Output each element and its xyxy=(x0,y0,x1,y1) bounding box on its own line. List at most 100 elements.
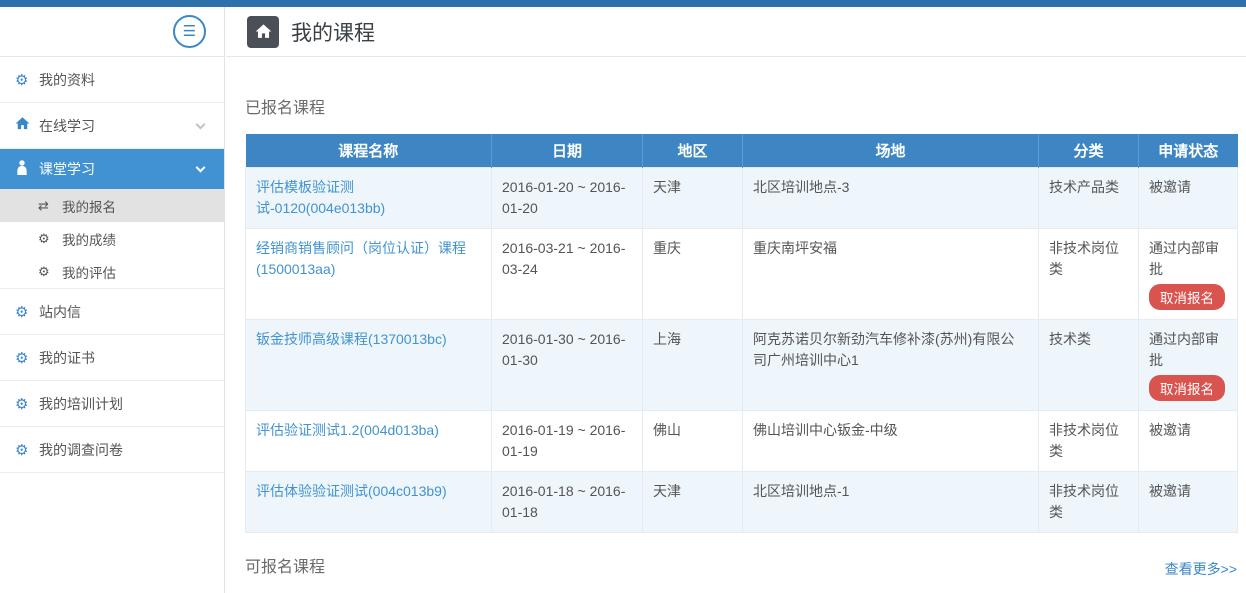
sidebar-item-label: 站内信 xyxy=(39,302,81,322)
course-link[interactable]: 评估验证测试1.2(004d013ba) xyxy=(256,422,439,438)
page-title: 我的课程 xyxy=(291,17,375,47)
table-row: 经销商销售顾问（岗位认证）课程 (1500013aa) 2016-03-21 ~… xyxy=(246,229,1238,320)
gears-icon: ⚙ xyxy=(15,395,39,413)
sidebar-item-label: 在线学习 xyxy=(39,116,95,136)
status-cell: 被邀请 xyxy=(1139,411,1238,472)
venue-cell: 北区培训地点-1 xyxy=(743,472,1039,533)
registered-section-title: 已报名课程 xyxy=(245,94,325,118)
category-cell: 技术产品类 xyxy=(1039,168,1139,229)
col-course-name: 课程名称 xyxy=(246,134,492,168)
venue-cell: 佛山培训中心钣金-中级 xyxy=(743,411,1039,472)
gears-icon: ⚙ xyxy=(15,441,39,459)
category-cell: 非技术岗位类 xyxy=(1039,411,1139,472)
course-link[interactable]: 评估体验验证测试(004c013b9) xyxy=(256,483,447,499)
category-cell: 技术类 xyxy=(1039,320,1139,411)
sidebar-header: ☰ xyxy=(0,7,224,57)
app-window: ☰ ⚙ 我的资料 在线学习 课堂学习 ⇄ 我的报名 xyxy=(0,0,1246,593)
gears-icon: ⚙ xyxy=(15,349,39,367)
sidebar-item-online-learning[interactable]: 在线学习 xyxy=(0,103,224,149)
top-bar xyxy=(0,0,1246,7)
sidebar-item-my-surveys[interactable]: ⚙ 我的调查问卷 xyxy=(0,427,224,473)
col-venue: 场地 xyxy=(743,134,1039,168)
registered-courses-table: 课程名称 日期 地区 场地 分类 申请状态 评估模板验证测试-0120(004e… xyxy=(245,134,1238,533)
home-icon xyxy=(247,16,279,48)
status-cell: 被邀请 xyxy=(1139,472,1238,533)
status-cell: 通过内部审批 取消报名 xyxy=(1139,320,1238,411)
sidebar-item-site-mail[interactable]: ⚙ 站内信 xyxy=(0,289,224,335)
status-text: 被邀请 xyxy=(1149,420,1227,441)
date-cell: 2016-03-21 ~ 2016-03-24 xyxy=(492,229,643,320)
date-cell: 2016-01-20 ~ 2016-01-20 xyxy=(492,168,643,229)
table-row: 评估体验验证测试(004c013b9) 2016-01-18 ~ 2016-01… xyxy=(246,472,1238,533)
sidebar-submenu: ⇄ 我的报名 ⚙ 我的成绩 ⚙ 我的评估 xyxy=(0,189,224,289)
available-section-title: 可报名课程 xyxy=(245,553,325,577)
sidebar-item-my-registrations[interactable]: ⇄ 我的报名 xyxy=(0,189,224,222)
status-cell: 被邀请 xyxy=(1139,168,1238,229)
sidebar-item-my-grades[interactable]: ⚙ 我的成绩 xyxy=(0,222,224,255)
status-text: 被邀请 xyxy=(1149,481,1227,502)
sidebar-item-label: 我的报名 xyxy=(62,196,116,216)
sidebar-item-label: 我的成绩 xyxy=(62,229,116,249)
table-row: 评估模板验证测试-0120(004e013bb) 2016-01-20 ~ 20… xyxy=(246,168,1238,229)
category-cell: 非技术岗位类 xyxy=(1039,229,1139,320)
cancel-enroll-button[interactable]: 取消报名 xyxy=(1149,375,1225,401)
hamburger-icon[interactable]: ☰ xyxy=(173,15,206,48)
col-date: 日期 xyxy=(492,134,643,168)
sidebar-item-label: 我的评估 xyxy=(62,262,116,282)
exchange-icon: ⇄ xyxy=(38,198,62,214)
status-text: 被邀请 xyxy=(1149,177,1227,198)
sidebar-item-label: 课堂学习 xyxy=(39,159,95,179)
person-icon xyxy=(15,160,39,179)
status-cell: 通过内部审批 取消报名 xyxy=(1139,229,1238,320)
course-link[interactable]: 评估模板验证测试-0120(004e013bb) xyxy=(256,179,385,216)
course-name-cell: 钣金技师高级课程(1370013bc) xyxy=(246,320,492,411)
venue-cell: 北区培训地点-3 xyxy=(743,168,1039,229)
gears-icon: ⚙ xyxy=(38,264,62,280)
sidebar-item-my-evaluations[interactable]: ⚙ 我的评估 xyxy=(0,255,224,288)
region-cell: 佛山 xyxy=(643,411,743,472)
sidebar-item-my-certificates[interactable]: ⚙ 我的证书 xyxy=(0,335,224,381)
date-cell: 2016-01-19 ~ 2016-01-19 xyxy=(492,411,643,472)
sidebar-item-label: 我的培训计划 xyxy=(39,394,123,414)
region-cell: 天津 xyxy=(643,168,743,229)
cancel-enroll-button[interactable]: 取消报名 xyxy=(1149,284,1225,310)
date-cell: 2016-01-30 ~ 2016-01-30 xyxy=(492,320,643,411)
sidebar-item-my-training-plan[interactable]: ⚙ 我的培训计划 xyxy=(0,381,224,427)
home-icon xyxy=(15,116,39,135)
sidebar-item-my-profile[interactable]: ⚙ 我的资料 xyxy=(0,57,224,103)
table-header-row: 课程名称 日期 地区 场地 分类 申请状态 xyxy=(246,134,1238,168)
course-link[interactable]: 钣金技师高级课程(1370013bc) xyxy=(256,331,447,347)
gears-icon: ⚙ xyxy=(15,71,39,89)
col-apply-status: 申请状态 xyxy=(1139,134,1238,168)
date-cell: 2016-01-18 ~ 2016-01-18 xyxy=(492,472,643,533)
course-name-cell: 经销商销售顾问（岗位认证）课程 (1500013aa) xyxy=(246,229,492,320)
region-cell: 重庆 xyxy=(643,229,743,320)
status-text: 通过内部审批 xyxy=(1149,329,1227,371)
chevron-down-icon xyxy=(196,119,206,129)
sidebar-menu: ⚙ 我的资料 在线学习 课堂学习 ⇄ 我的报名 ⚙ 我的成绩 xyxy=(0,57,224,473)
sidebar-item-label: 我的证书 xyxy=(39,348,95,368)
course-name-cell: 评估验证测试1.2(004d013ba) xyxy=(246,411,492,472)
venue-cell: 重庆南坪安福 xyxy=(743,229,1039,320)
sidebar-item-label: 我的调查问卷 xyxy=(39,440,123,460)
category-cell: 非技术岗位类 xyxy=(1039,472,1139,533)
region-cell: 上海 xyxy=(643,320,743,411)
status-text: 通过内部审批 xyxy=(1149,238,1227,280)
gears-icon: ⚙ xyxy=(15,303,39,321)
sidebar-item-classroom-learning[interactable]: 课堂学习 xyxy=(0,149,224,189)
venue-cell: 阿克苏诺贝尔新劲汽车修补漆(苏州)有限公司广州培训中心1 xyxy=(743,320,1039,411)
table-row: 评估验证测试1.2(004d013ba) 2016-01-19 ~ 2016-0… xyxy=(246,411,1238,472)
region-cell: 天津 xyxy=(643,472,743,533)
course-link[interactable]: 经销商销售顾问（岗位认证）课程 (1500013aa) xyxy=(256,240,466,277)
chevron-down-icon xyxy=(196,163,206,173)
course-name-cell: 评估模板验证测试-0120(004e013bb) xyxy=(246,168,492,229)
table-row: 钣金技师高级课程(1370013bc) 2016-01-30 ~ 2016-01… xyxy=(246,320,1238,411)
col-region: 地区 xyxy=(643,134,743,168)
course-name-cell: 评估体验验证测试(004c013b9) xyxy=(246,472,492,533)
sidebar: ☰ ⚙ 我的资料 在线学习 课堂学习 ⇄ 我的报名 xyxy=(0,7,225,593)
gears-icon: ⚙ xyxy=(38,231,62,247)
see-more-link[interactable]: 查看更多>> xyxy=(1165,559,1237,579)
col-category: 分类 xyxy=(1039,134,1139,168)
page-header: 我的课程 xyxy=(226,7,1246,57)
sidebar-item-label: 我的资料 xyxy=(39,70,95,90)
